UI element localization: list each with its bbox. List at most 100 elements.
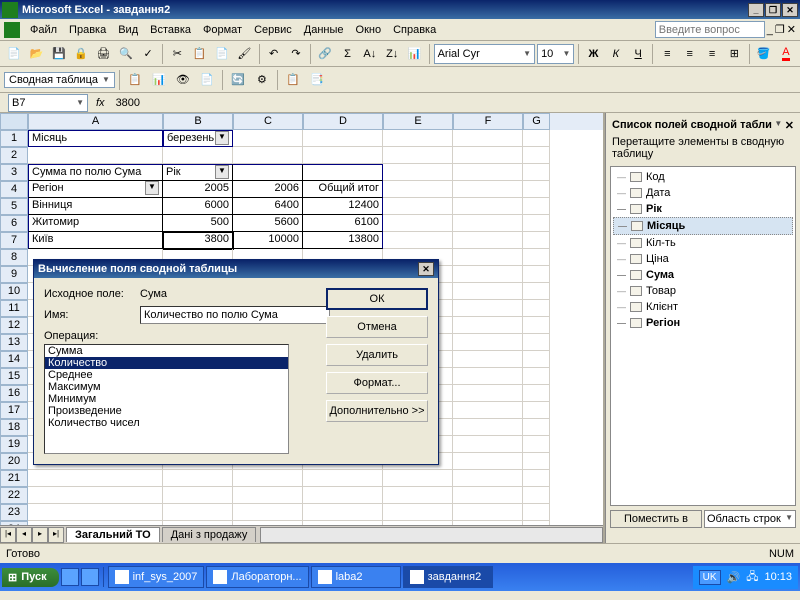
filter-dropdown-icon[interactable]: ▼ <box>215 165 229 179</box>
cell-C1[interactable] <box>233 130 303 147</box>
cell-F22[interactable] <box>453 487 523 504</box>
print-icon[interactable]: 🖨 <box>93 43 113 65</box>
operation-list[interactable]: СуммаКоличествоСреднееМаксимумМинимумПро… <box>44 344 289 454</box>
more-button[interactable]: Дополнительно >> <box>326 400 428 422</box>
pivot-table-dropdown[interactable]: Сводная таблица▼ <box>4 72 115 88</box>
tab-nav-prev[interactable]: ◂ <box>16 527 32 543</box>
column-header[interactable]: E <box>383 113 453 130</box>
start-button[interactable]: ⊞ Пуск <box>2 568 59 587</box>
cell-B7[interactable]: 3800 <box>163 232 233 249</box>
cell-F13[interactable] <box>453 334 523 351</box>
cell-B6[interactable]: 500 <box>163 215 233 232</box>
cell-A6[interactable]: Житомир <box>28 215 163 232</box>
row-header[interactable]: 20 <box>0 453 28 470</box>
field-item[interactable]: —Сума <box>613 267 793 283</box>
cell-D22[interactable] <box>303 487 383 504</box>
filter-dropdown-icon[interactable]: ▼ <box>145 181 159 195</box>
cell-G19[interactable] <box>523 436 550 453</box>
cell-D21[interactable] <box>303 470 383 487</box>
delete-button[interactable]: Удалить <box>326 344 428 366</box>
cell-D6[interactable]: 6100 <box>303 215 383 232</box>
cell-F7[interactable] <box>453 232 523 249</box>
tab-nav-next[interactable]: ▸ <box>32 527 48 543</box>
cell-E1[interactable] <box>383 130 453 147</box>
doc-close-button[interactable]: ✕ <box>787 23 796 36</box>
add-to-button[interactable]: Поместить в <box>610 510 702 528</box>
cell-F17[interactable] <box>453 402 523 419</box>
row-header[interactable]: 18 <box>0 419 28 436</box>
cell-B3[interactable]: Рік▼ <box>163 164 233 181</box>
cell-F20[interactable] <box>453 453 523 470</box>
cell-C21[interactable] <box>233 470 303 487</box>
font-size-dropdown[interactable]: 10▼ <box>537 44 574 64</box>
cell-A5[interactable]: Вінниця <box>28 198 163 215</box>
row-header[interactable]: 6 <box>0 215 28 232</box>
field-item[interactable]: —Клієнт <box>613 299 793 315</box>
field-item[interactable]: —Ціна <box>613 251 793 267</box>
tab-nav-last[interactable]: ▸| <box>48 527 64 543</box>
menu-insert[interactable]: Вставка <box>144 22 197 38</box>
field-item[interactable]: —Місяць <box>613 217 793 235</box>
align-right-icon[interactable]: ≡ <box>702 43 722 65</box>
fx-icon[interactable]: fx <box>96 97 105 109</box>
field-item[interactable]: —Регіон <box>613 315 793 331</box>
sheet-tab-inactive[interactable]: Дані з продажу <box>162 527 257 542</box>
cell-A21[interactable] <box>28 470 163 487</box>
undo-icon[interactable]: ↶ <box>263 43 283 65</box>
cell-A23[interactable] <box>28 504 163 521</box>
menu-tools[interactable]: Сервис <box>248 22 298 38</box>
cell-A22[interactable] <box>28 487 163 504</box>
pivot-show-icon[interactable]: 📄 <box>196 69 218 91</box>
cell-G3[interactable] <box>523 164 550 181</box>
pivot-chart-icon[interactable]: 📊 <box>148 69 170 91</box>
align-left-icon[interactable]: ≡ <box>657 43 677 65</box>
column-header[interactable]: G <box>523 113 550 130</box>
row-header[interactable]: 1 <box>0 130 28 147</box>
row-header[interactable]: 8 <box>0 249 28 266</box>
cell-C5[interactable]: 6400 <box>233 198 303 215</box>
column-header[interactable]: B <box>163 113 233 130</box>
open-icon[interactable]: 📂 <box>26 43 46 65</box>
cell-F8[interactable] <box>453 249 523 266</box>
minimize-button[interactable]: _ <box>748 3 764 17</box>
underline-icon[interactable]: Ч <box>628 43 648 65</box>
pivot-field-icon[interactable]: 📋 <box>282 69 304 91</box>
cell-D2[interactable] <box>303 147 383 164</box>
operation-item[interactable]: Количество <box>45 357 288 369</box>
field-item[interactable]: —Рік <box>613 201 793 217</box>
cell-A7[interactable]: Київ <box>28 232 163 249</box>
cell-F19[interactable] <box>453 436 523 453</box>
cell-G7[interactable] <box>523 232 550 249</box>
cell-G21[interactable] <box>523 470 550 487</box>
align-center-icon[interactable]: ≡ <box>680 43 700 65</box>
cell-G18[interactable] <box>523 419 550 436</box>
ok-button[interactable]: ОК <box>326 288 428 310</box>
tab-nav-first[interactable]: |◂ <box>0 527 16 543</box>
cell-E7[interactable] <box>383 232 453 249</box>
merge-icon[interactable]: ⊞ <box>724 43 744 65</box>
row-header[interactable]: 11 <box>0 300 28 317</box>
sort-asc-icon[interactable]: A↓ <box>360 43 380 65</box>
row-header[interactable]: 10 <box>0 283 28 300</box>
redo-icon[interactable]: ↷ <box>286 43 306 65</box>
cell-B4[interactable]: 2005 <box>163 181 233 198</box>
pivot-fieldlist-icon[interactable]: 📑 <box>306 69 328 91</box>
cell-G9[interactable] <box>523 266 550 283</box>
cell-C2[interactable] <box>233 147 303 164</box>
cell-C3[interactable] <box>233 164 303 181</box>
italic-icon[interactable]: К <box>606 43 626 65</box>
quicklaunch-desktop-icon[interactable] <box>81 568 99 586</box>
field-item[interactable]: —Товар <box>613 283 793 299</box>
taskbar-task[interactable]: завдання2 <box>403 566 493 588</box>
cell-F11[interactable] <box>453 300 523 317</box>
row-header[interactable]: 3 <box>0 164 28 181</box>
cell-B5[interactable]: 6000 <box>163 198 233 215</box>
tray-clock[interactable]: 10:13 <box>764 571 792 583</box>
cell-G20[interactable] <box>523 453 550 470</box>
cell-G16[interactable] <box>523 385 550 402</box>
select-all-corner[interactable] <box>0 113 28 130</box>
cell-C4[interactable]: 2006 <box>233 181 303 198</box>
menu-window[interactable]: Окно <box>350 22 388 38</box>
cell-D3[interactable] <box>303 164 383 181</box>
autosum-icon[interactable]: Σ <box>337 43 357 65</box>
